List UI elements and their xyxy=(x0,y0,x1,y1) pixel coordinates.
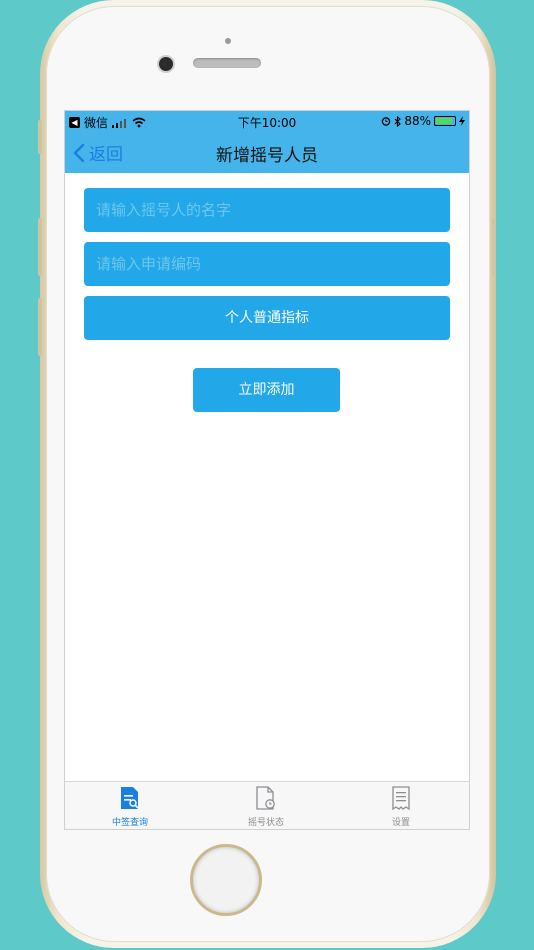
tab-settings[interactable]: 设置 xyxy=(351,786,451,828)
volume-up-button xyxy=(38,218,42,276)
quota-type-select[interactable]: 个人普通指标 xyxy=(84,296,450,340)
bluetooth-icon xyxy=(394,115,402,127)
front-camera xyxy=(159,57,173,71)
tab-win-query-label: 中签查询 xyxy=(111,818,148,828)
tab-win-query[interactable]: 中签查询 xyxy=(80,786,180,828)
charging-icon xyxy=(459,116,465,126)
tab-lottery-status-label: 摇号状态 xyxy=(247,818,284,828)
receipt-list-icon xyxy=(392,786,410,811)
earpiece-speaker xyxy=(193,58,261,68)
battery-icon xyxy=(434,116,456,126)
code-field[interactable] xyxy=(84,242,450,286)
status-bar: ◀ 微信 下午10:00 88% xyxy=(65,111,469,131)
navigation-bar: 返回 新增摇号人员 xyxy=(65,131,469,173)
app-screen: ◀ 微信 下午10:00 88% 返回 新增摇号人员 请输入摇号人的名字 请输入… xyxy=(64,110,470,830)
tab-lottery-status[interactable]: 摇号状态 xyxy=(216,786,316,828)
document-search-icon xyxy=(121,787,139,809)
mute-switch xyxy=(38,120,42,154)
add-now-button[interactable]: 立即添加 xyxy=(193,368,340,412)
page-title: 新增摇号人员 xyxy=(216,146,318,166)
document-clock-icon xyxy=(256,786,275,810)
code-input[interactable] xyxy=(84,242,450,286)
volume-down-button xyxy=(38,298,42,356)
sensor-dot xyxy=(225,38,231,44)
battery-fill xyxy=(436,118,452,124)
name-field[interactable] xyxy=(84,188,450,232)
name-input[interactable] xyxy=(84,188,450,232)
battery-percent: 88% xyxy=(404,114,431,128)
tab-settings-label: 设置 xyxy=(391,818,410,828)
tab-bar: 中签查询 摇号状态 设置 xyxy=(65,781,469,829)
home-button[interactable] xyxy=(190,844,262,916)
alarm-icon xyxy=(382,117,391,126)
power-button xyxy=(492,218,496,276)
